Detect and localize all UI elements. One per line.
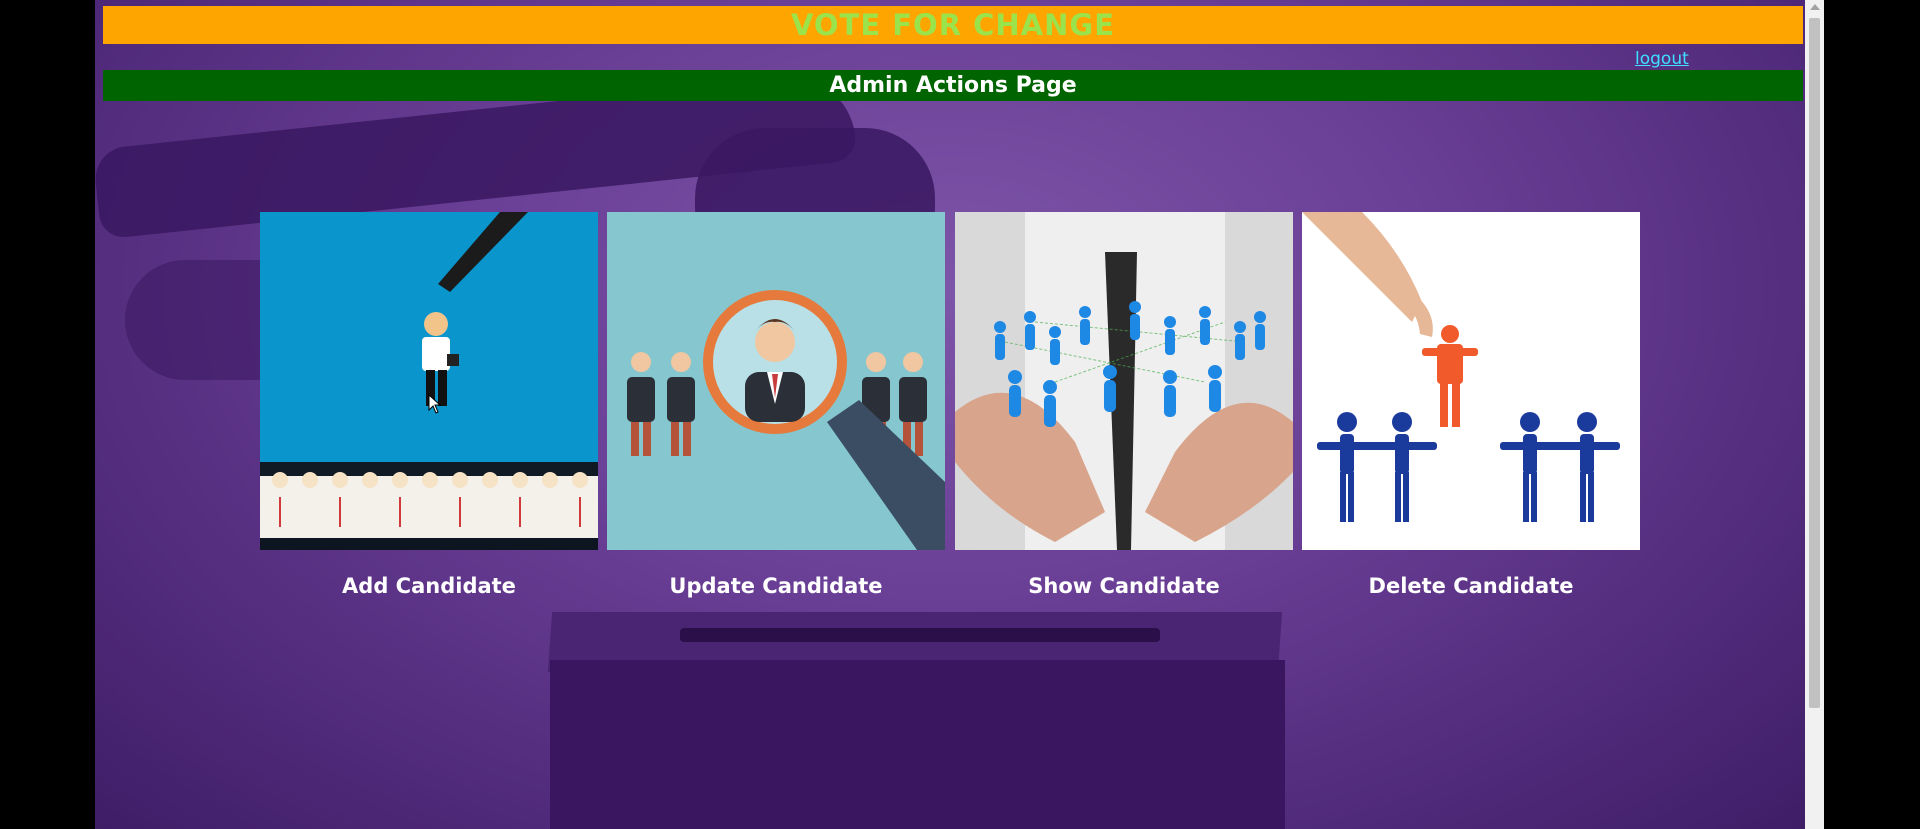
network-people-illustration[interactable] [955, 212, 1293, 550]
delete-candidate-label[interactable]: Delete Candidate [1302, 574, 1640, 598]
scroll-up-arrow-icon[interactable] [1810, 4, 1820, 10]
add-candidate-illustration[interactable] [260, 212, 598, 550]
add-candidate-label[interactable]: Add Candidate [260, 574, 598, 598]
page-viewport: VOTE FOR CHANGE logout Admin Actions Pag… [95, 0, 1805, 829]
mouse-cursor-icon [428, 394, 442, 414]
show-candidate-label[interactable]: Show Candidate [955, 574, 1293, 598]
background-ballot-box-slot [680, 628, 1160, 642]
delete-candidate-card[interactable]: Delete Candidate [1302, 212, 1640, 598]
page-title: Admin Actions Page [103, 70, 1803, 101]
remove-person-illustration[interactable] [1302, 212, 1640, 550]
site-title: VOTE FOR CHANGE [103, 6, 1803, 44]
update-candidate-card[interactable]: Update Candidate [607, 212, 945, 598]
logout-link[interactable]: logout [1635, 49, 1689, 69]
magnifier-candidate-illustration[interactable] [607, 212, 945, 550]
scrollbar-thumb[interactable] [1809, 18, 1820, 708]
show-candidate-card[interactable]: Show Candidate [955, 212, 1293, 598]
update-candidate-label[interactable]: Update Candidate [607, 574, 945, 598]
background-ballot-box [550, 660, 1285, 829]
vertical-scrollbar[interactable] [1805, 0, 1824, 829]
